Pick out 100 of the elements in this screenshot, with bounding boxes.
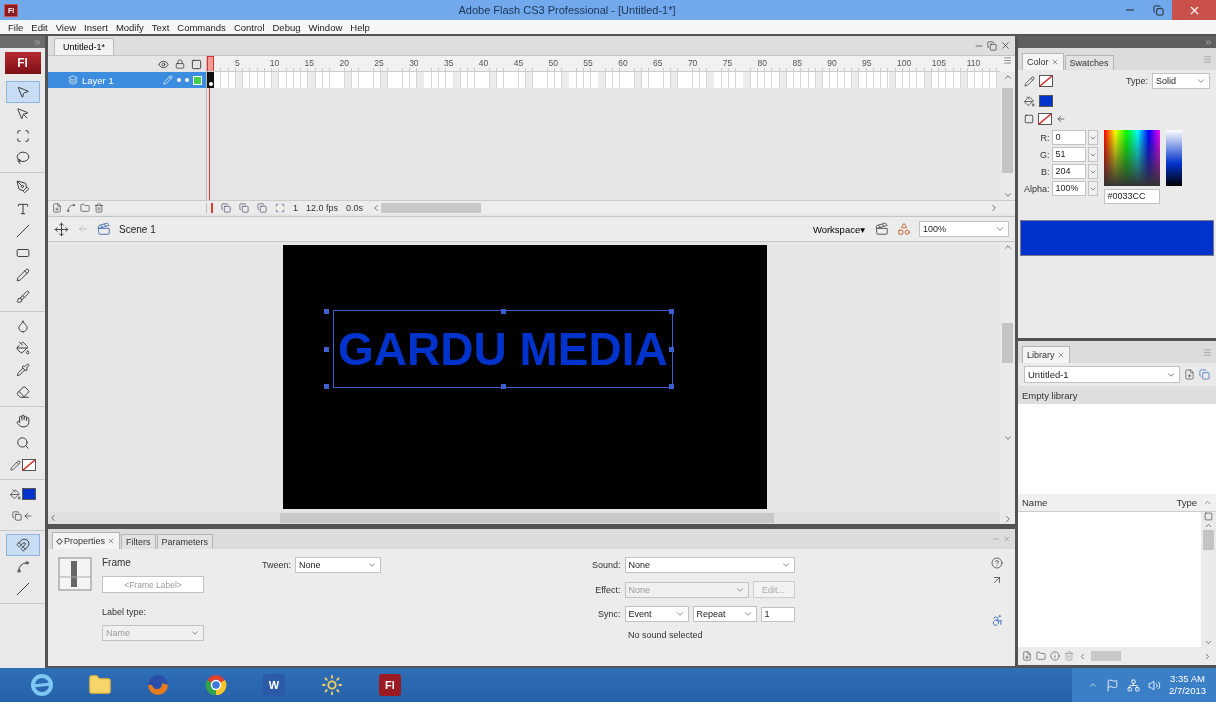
expand-icon[interactable]	[33, 37, 42, 47]
folder-icon[interactable]	[80, 202, 90, 213]
flag-icon[interactable]	[1106, 678, 1119, 692]
color-spectrum[interactable]	[1103, 130, 1160, 186]
scroll-right-icon[interactable]	[1203, 651, 1212, 661]
tween-dropdown[interactable]: None	[295, 557, 382, 573]
scroll-down-icon[interactable]	[1002, 190, 1013, 200]
channel-field[interactable]: 51	[1051, 147, 1086, 162]
close-button[interactable]	[1172, 0, 1216, 20]
scroll-thumb[interactable]	[1091, 651, 1121, 661]
menu-item[interactable]: Commands	[173, 20, 230, 34]
scroll-up-icon[interactable]	[1002, 242, 1013, 252]
scroll-thumb[interactable]	[1203, 530, 1214, 550]
column-header[interactable]: Type	[1176, 497, 1197, 508]
panel-menu-icon[interactable]	[1203, 55, 1212, 64]
channel-field[interactable]: 0	[1051, 130, 1086, 145]
scroll-right-icon[interactable]	[989, 202, 999, 213]
restore-icon[interactable]	[987, 40, 997, 51]
panel-menu-icon[interactable]	[1203, 348, 1212, 357]
menu-item[interactable]: File	[4, 20, 28, 34]
scroll-up-icon[interactable]	[1204, 521, 1213, 530]
visibility-dot[interactable]	[177, 78, 181, 82]
selection-handle[interactable]	[323, 347, 329, 352]
sort-icon[interactable]	[1203, 498, 1212, 507]
panel-tab[interactable]: Filters	[121, 534, 156, 549]
hex-field[interactable]: #0033CC	[1103, 189, 1160, 204]
keyframe[interactable]	[207, 72, 214, 88]
panel-tab[interactable]: Swatches	[1064, 55, 1114, 70]
scroll-thumb[interactable]	[381, 202, 482, 213]
taskbar-app[interactable]: Fl	[368, 669, 412, 701]
scroll-up-icon[interactable]	[1002, 72, 1013, 82]
column-header[interactable]: Name	[1022, 497, 1177, 508]
close-icon[interactable]	[1050, 58, 1059, 66]
tool-button[interactable]	[5, 534, 40, 556]
lock-dot[interactable]	[185, 78, 189, 82]
scroll-thumb[interactable]	[1002, 88, 1013, 173]
expand-icon[interactable]	[1204, 37, 1213, 47]
menu-item[interactable]: View	[51, 20, 81, 34]
document-tab[interactable]: Untitled-1*	[54, 38, 115, 55]
menu-item[interactable]: Modify	[111, 20, 148, 34]
menu-item[interactable]: Text	[147, 20, 174, 34]
clock[interactable]: 3:35 AM 2/7/2013	[1169, 673, 1206, 697]
arrow-icon[interactable]	[991, 574, 1003, 586]
speaker-icon[interactable]	[1148, 678, 1161, 692]
selection-handle[interactable]	[323, 384, 329, 389]
panel-tab[interactable]: Parameters	[156, 534, 214, 549]
info-icon[interactable]	[1050, 651, 1060, 661]
edit-frames-icon[interactable]	[275, 202, 285, 213]
eye-icon[interactable]	[158, 58, 169, 70]
brightness-bar[interactable]	[1165, 130, 1182, 186]
outline-icon[interactable]	[191, 58, 202, 70]
workspace-button[interactable]: Workspace▾	[810, 223, 867, 235]
scroll-left-icon[interactable]	[1078, 651, 1087, 661]
wide-view-icon[interactable]	[1204, 512, 1213, 521]
layer-color-square[interactable]	[193, 75, 202, 85]
edit-scene-icon[interactable]	[875, 222, 889, 236]
sync-dropdown[interactable]: Event	[624, 606, 689, 622]
panel-tab[interactable]: Properties	[52, 532, 121, 549]
edit-symbols-icon[interactable]	[897, 222, 911, 236]
panel-menu-icon[interactable]	[1003, 56, 1012, 65]
close-icon[interactable]	[1056, 351, 1065, 359]
channel-field[interactable]: 100%	[1051, 181, 1086, 196]
library-dropdown[interactable]: Untitled-1	[1024, 366, 1180, 383]
scroll-left-icon[interactable]	[48, 513, 58, 523]
selection-handle[interactable]	[668, 308, 674, 314]
selection-handle[interactable]	[668, 347, 674, 352]
panel-tab[interactable]: Color	[1022, 53, 1064, 70]
network-icon[interactable]	[1127, 678, 1140, 692]
zoom-dropdown[interactable]: 100%	[919, 221, 1009, 237]
menu-item[interactable]: Insert	[80, 20, 112, 34]
lock-icon[interactable]	[175, 59, 185, 69]
accessibility-icon[interactable]	[990, 614, 1004, 627]
frame-ruler[interactable]: 5 10 15 20 25 30 35 40 45 50 55 60 65 70 75 80 85 90 95 100 105 110	[207, 56, 1000, 72]
guide-layer-icon[interactable]	[66, 202, 76, 213]
sound-dropdown[interactable]: None	[624, 557, 795, 573]
menu-item[interactable]: Edit	[27, 20, 52, 34]
repeat-dropdown[interactable]: Repeat	[692, 606, 757, 622]
selection-handle[interactable]	[668, 384, 674, 389]
selection-handle[interactable]	[500, 308, 506, 314]
show-hidden-icon[interactable]	[1088, 680, 1098, 690]
help-icon[interactable]	[991, 557, 1003, 569]
close-icon[interactable]	[1000, 40, 1011, 51]
swap-icon[interactable]	[1056, 114, 1066, 124]
fill-swatch[interactable]	[1039, 95, 1053, 107]
scroll-down-icon[interactable]	[1204, 638, 1213, 647]
menu-item[interactable]: Debug	[268, 20, 305, 34]
menu-item[interactable]: Help	[346, 20, 374, 34]
scroll-thumb[interactable]	[1002, 322, 1013, 363]
new-layer-icon[interactable]	[52, 202, 62, 213]
taskbar-app[interactable]: W	[252, 669, 296, 701]
tool-button[interactable]	[5, 81, 40, 103]
type-dropdown[interactable]: Solid	[1152, 73, 1210, 89]
scroll-thumb[interactable]	[280, 513, 774, 523]
menu-item[interactable]: Control	[229, 20, 269, 34]
close-icon[interactable]	[107, 537, 116, 545]
edit-mode-icon[interactable]	[54, 221, 69, 237]
new-symbol-icon[interactable]	[1022, 651, 1032, 661]
selection-handle[interactable]	[323, 308, 329, 314]
channel-field[interactable]: 204	[1051, 164, 1086, 179]
selection-handle[interactable]	[500, 384, 506, 389]
